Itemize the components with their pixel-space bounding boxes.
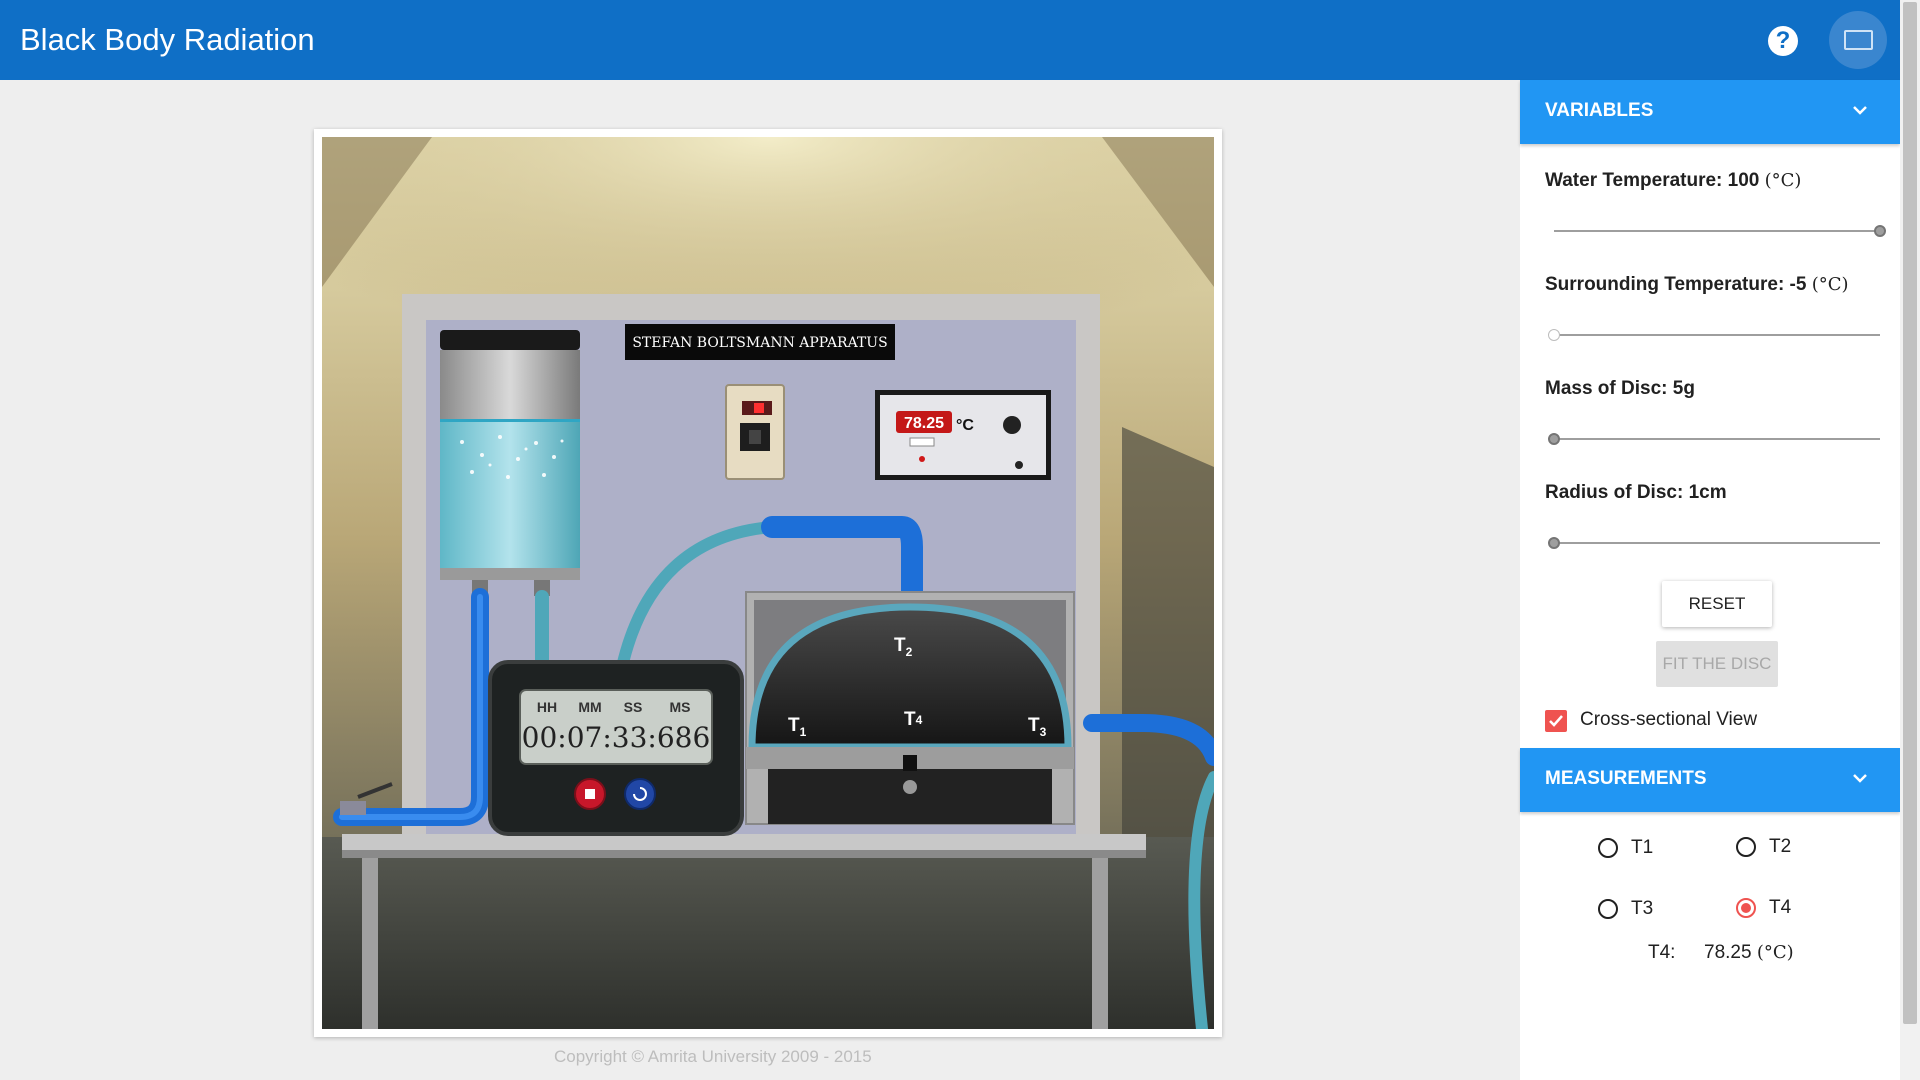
stopwatch-time: 00:07:33:686 (522, 721, 711, 754)
stopwatch-label-ss: SS (624, 699, 643, 715)
help-icon[interactable]: ? (1768, 26, 1798, 56)
fullscreen-icon (1844, 30, 1873, 50)
chevron-down-icon (1853, 774, 1867, 783)
radio-t4-label: T4 (1769, 897, 1792, 918)
cross-sectional-view-label: Cross-sectional View (1580, 709, 1758, 730)
measurements-header-label: MEASUREMENTS (1545, 768, 1707, 789)
indicator-reading: 78.25 (904, 415, 944, 432)
mass-of-disc-slider[interactable] (1548, 429, 1880, 449)
surrounding-temperature-label: Surrounding Temperature: -5 (°C) (1545, 274, 1849, 295)
stopwatch-label-mm: MM (578, 699, 601, 715)
radio-t1[interactable] (1598, 838, 1618, 858)
simulation-canvas[interactable]: STEFAN BOLTSMANN APPARATUS 78.25 °C T1 T… (322, 137, 1214, 1029)
water-temperature-label: Water Temperature: 100 (°C) (1545, 170, 1802, 191)
mass-of-disc-label: Mass of Disc: 5g (1545, 378, 1695, 399)
radio-t2[interactable] (1736, 837, 1756, 857)
cross-sectional-view-checkbox[interactable] (1545, 710, 1567, 732)
probe-label-t4: T4 (904, 709, 923, 730)
indicator-unit: °C (956, 417, 974, 434)
measurement-reading-name: T4: (1648, 942, 1676, 963)
measurements-header[interactable]: MEASUREMENTS (1520, 748, 1900, 812)
radio-t3[interactable] (1598, 899, 1618, 919)
apparatus-title: STEFAN BOLTSMANN APPARATUS (632, 335, 887, 351)
measurement-reading-value: 78.25 (°C) (1704, 942, 1794, 963)
scrollbar-thumb[interactable] (1903, 2, 1917, 1024)
reset-button[interactable]: RESET (1662, 581, 1772, 627)
radius-of-disc-label: Radius of Disc: 1cm (1545, 482, 1727, 503)
checkmark-icon (1549, 715, 1563, 727)
radio-t4[interactable] (1736, 898, 1756, 918)
app-title: Black Body Radiation (20, 22, 315, 57)
copyright-text: Copyright © Amrita University 2009 - 201… (554, 1047, 872, 1066)
radio-t1-label: T1 (1631, 837, 1654, 858)
scrollbar[interactable] (1900, 0, 1920, 1080)
control-panel: VARIABLES Water Temperature: 100 (°C) Su… (1520, 80, 1900, 1080)
surrounding-temperature-slider[interactable] (1548, 325, 1880, 345)
fit-the-disc-button[interactable]: FIT THE DISC (1656, 641, 1778, 687)
stopwatch-label-hh: HH (537, 699, 557, 715)
radio-t2-label: T2 (1769, 836, 1792, 857)
radius-of-disc-slider[interactable] (1548, 533, 1880, 553)
radio-t3-label: T3 (1631, 898, 1654, 919)
stopwatch-reset-button[interactable] (624, 778, 656, 810)
simulation-frame: STEFAN BOLTSMANN APPARATUS 78.25 °C T1 T… (314, 129, 1222, 1037)
fullscreen-button[interactable] (1829, 11, 1887, 69)
variables-header-label: VARIABLES (1545, 100, 1654, 121)
chevron-down-icon (1853, 106, 1867, 115)
variables-header[interactable]: VARIABLES (1520, 80, 1900, 144)
stopwatch-label-ms: MS (670, 699, 691, 715)
app-header: Black Body Radiation ? (0, 0, 1920, 80)
water-temperature-slider[interactable] (1554, 221, 1886, 241)
